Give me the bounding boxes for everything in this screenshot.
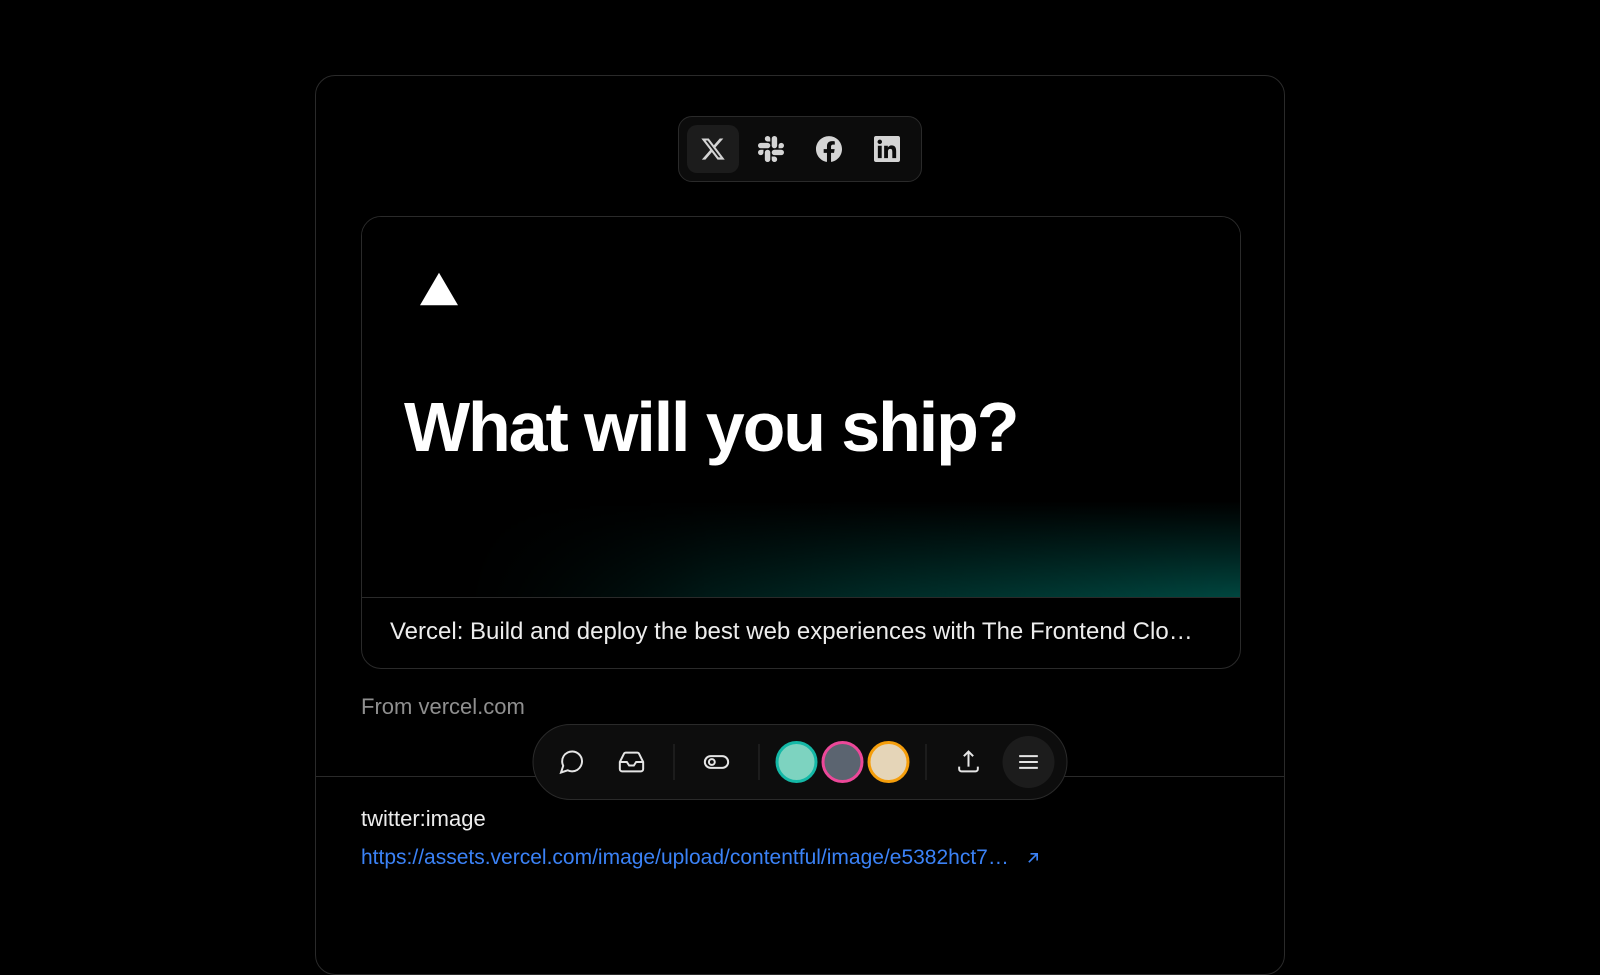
avatar[interactable]: [776, 741, 818, 783]
tab-x[interactable]: [687, 125, 739, 173]
og-preview-card: What will you ship? Vercel: Build and de…: [361, 216, 1241, 669]
og-image-headline: What will you ship?: [404, 387, 1017, 467]
comment-button[interactable]: [546, 736, 598, 788]
tab-facebook[interactable]: [803, 125, 855, 173]
floating-toolbar: [533, 724, 1068, 800]
visibility-toggle[interactable]: [691, 736, 743, 788]
avatar[interactable]: [868, 741, 910, 783]
social-preview-switcher: [678, 116, 922, 182]
share-button[interactable]: [943, 736, 995, 788]
collaborator-avatars[interactable]: [776, 741, 910, 783]
menu-button[interactable]: [1003, 736, 1055, 788]
inbox-button[interactable]: [606, 736, 658, 788]
avatar[interactable]: [822, 741, 864, 783]
og-image-preview: What will you ship?: [362, 217, 1240, 597]
toolbar-separator: [759, 744, 760, 780]
meta-property-name: twitter:image: [361, 806, 486, 832]
toolbar-separator: [926, 744, 927, 780]
source-domain: vercel.com: [418, 694, 524, 719]
preview-panel: What will you ship? Vercel: Build and de…: [315, 75, 1285, 975]
vercel-logo-icon: [420, 272, 458, 306]
meta-property-link[interactable]: https://assets.vercel.com/image/upload/c…: [361, 846, 1241, 870]
source-line: From vercel.com: [361, 694, 525, 720]
external-link-icon: [1023, 848, 1043, 868]
og-title: Vercel: Build and deploy the best web ex…: [362, 597, 1240, 668]
tab-linkedin[interactable]: [861, 125, 913, 173]
meta-property-url: https://assets.vercel.com/image/upload/c…: [361, 846, 1009, 870]
tab-slack[interactable]: [745, 125, 797, 173]
toolbar-separator: [674, 744, 675, 780]
